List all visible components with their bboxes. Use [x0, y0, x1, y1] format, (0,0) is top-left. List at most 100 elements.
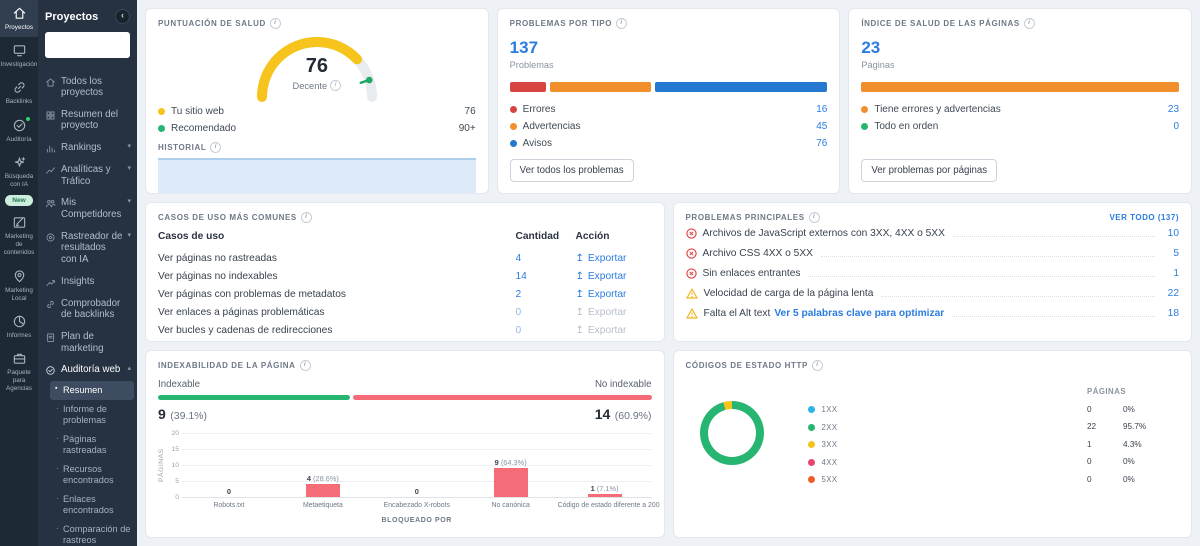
- sidebar-item-insights[interactable]: Insights: [38, 271, 137, 293]
- issue-label: Sin enlaces entrantes: [702, 267, 801, 279]
- rail-item-reports[interactable]: Informes: [0, 308, 38, 345]
- rail-label: Búsqueda con IA: [4, 172, 34, 188]
- legend-value[interactable]: 0: [1173, 121, 1179, 132]
- view-issues-by-pages-button[interactable]: Ver problemas por páginas: [861, 159, 998, 182]
- people-icon: [45, 197, 56, 209]
- issue-count[interactable]: 10: [1163, 228, 1179, 239]
- use-case-count[interactable]: 2: [516, 289, 576, 300]
- table-row: Ver páginas no indexables 14 Exportar: [158, 267, 652, 285]
- indexability-split-bar: [158, 395, 652, 400]
- rail-item-backlinks[interactable]: Backlinks: [0, 74, 38, 111]
- http-codes-donut-chart[interactable]: [699, 401, 764, 465]
- bar-column[interactable]: 4 (28.6%): [276, 433, 370, 497]
- sidebar-subitem-found-resources[interactable]: Recursos encontrados: [38, 460, 137, 490]
- rail-item-projects[interactable]: Proyectos: [0, 0, 38, 38]
- info-icon[interactable]: [811, 360, 823, 371]
- rail-item-agency-pack[interactable]: Paquete para Agencias: [0, 345, 38, 399]
- legend-value[interactable]: 23: [1168, 104, 1179, 115]
- sidebar-item-marketing-plan[interactable]: Plan de marketing: [38, 326, 137, 359]
- new-badge: New: [5, 195, 33, 207]
- rail-item-content-marketing[interactable]: Marketing de contenidos: [0, 209, 38, 263]
- sidebar-subitem-found-links[interactable]: Enlaces encontrados: [38, 490, 137, 520]
- export-link[interactable]: Exportar: [576, 253, 652, 264]
- info-icon[interactable]: [330, 80, 342, 91]
- use-case-count[interactable]: 4: [516, 253, 576, 264]
- column-header: Acción: [575, 231, 610, 242]
- rail-item-ai-search[interactable]: Búsqueda con IA: [0, 149, 38, 194]
- has-issues-bar-segment: [861, 82, 1180, 92]
- chart-plot-area: 20 15 10 5 0 0 4 (28.6%) 0 9 (64.3%) 1 (…: [171, 430, 652, 501]
- column-header: Cantidad: [515, 231, 560, 242]
- sidebar-item-rankings[interactable]: Rankings: [38, 137, 137, 159]
- bar-column[interactable]: 1 (7.1%): [558, 433, 652, 497]
- rail-label: Backlinks: [5, 98, 33, 106]
- sidebar-subitem-issue-report[interactable]: Informe de problemas: [38, 400, 137, 430]
- issue-count[interactable]: 18: [1163, 308, 1179, 319]
- sidebar-item-competitors[interactable]: Mis Competidores: [38, 192, 137, 225]
- info-icon[interactable]: [616, 18, 628, 29]
- legend-value[interactable]: 76: [816, 138, 827, 149]
- y-tick: 20: [171, 430, 179, 437]
- issue-count[interactable]: 22: [1163, 288, 1179, 299]
- y-tick: 0: [175, 494, 179, 501]
- view-all-issues-button[interactable]: Ver todos los problemas: [509, 159, 634, 182]
- rail-item-audit[interactable]: Auditoría: [0, 112, 38, 149]
- table-row: 0 0%: [1087, 471, 1163, 489]
- project-selector[interactable]: [45, 32, 130, 58]
- sidebar-item-web-audit[interactable]: Auditoría web: [38, 359, 137, 381]
- dotted-leader: [881, 296, 1155, 298]
- view-all-link[interactable]: VER TODO (137): [1109, 213, 1179, 222]
- info-icon[interactable]: [299, 360, 311, 371]
- sidebar-item-backlink-checker[interactable]: Comprobador de backlinks: [38, 293, 137, 326]
- legend-label: 1XX: [821, 405, 838, 415]
- target-icon: [45, 231, 56, 243]
- issue-row[interactable]: Falta el Alt text Ver 5 palabras clave p…: [685, 304, 1179, 324]
- projects-icon: [12, 6, 27, 21]
- export-link[interactable]: Exportar: [576, 271, 652, 282]
- sidebar-item-ai-results-tracker[interactable]: Rastreador de resultados con IA: [38, 226, 137, 271]
- issue-row[interactable]: Archivo CSS 4XX o 5XX 5: [685, 243, 1179, 263]
- issue-row[interactable]: Archivos de JavaScript externos con 3XX,…: [685, 223, 1179, 243]
- issue-count[interactable]: 5: [1163, 248, 1179, 259]
- issue-row[interactable]: Sin enlaces entrantes 1: [685, 263, 1179, 283]
- bar-column[interactable]: 9 (64.3%): [464, 433, 558, 497]
- export-icon: [576, 325, 584, 336]
- bar-column[interactable]: 0: [182, 433, 276, 497]
- info-icon[interactable]: [210, 142, 222, 153]
- rail-item-research[interactable]: Investigación: [0, 37, 38, 74]
- app-rail: Proyectos Investigación Backlinks Audito…: [0, 0, 38, 546]
- rail-label: Proyectos: [5, 24, 33, 31]
- export-link[interactable]: Exportar: [576, 289, 652, 300]
- warning-icon: [685, 308, 698, 319]
- card-title: ÍNDICE DE SALUD DE LAS PÁGINAS: [861, 19, 1020, 28]
- optimize-keywords-link[interactable]: Ver 5 palabras clave para optimizar: [774, 308, 944, 319]
- export-link-disabled: Exportar: [576, 325, 652, 336]
- card-title: INDEXABILIDAD DE LA PÁGINA: [158, 361, 296, 370]
- legend-value[interactable]: 16: [816, 104, 827, 115]
- info-icon[interactable]: [808, 212, 820, 223]
- rail-item-local-marketing[interactable]: Marketing Local: [0, 263, 38, 308]
- sidebar-item-analytics-traffic[interactable]: Analíticas y Tráfico: [38, 159, 137, 192]
- sidebar-subitem-overview[interactable]: Resumen: [50, 381, 134, 401]
- not-indexable-label: No indexable: [594, 379, 652, 390]
- yellow-dot-icon: [807, 441, 815, 449]
- collapse-sidebar-button[interactable]: ‹: [115, 9, 130, 24]
- sidebar-item-all-projects[interactable]: Todos los proyectos: [38, 71, 137, 104]
- info-icon[interactable]: [269, 18, 281, 29]
- table-row: Ver bucles y cadenas de redirecciones 0 …: [158, 322, 652, 340]
- info-icon[interactable]: [1023, 18, 1035, 29]
- sidebar-item-project-overview[interactable]: Resumen del proyecto: [38, 104, 137, 137]
- issues-by-type-card: PROBLEMAS POR TIPO 137 Problemas Errores…: [496, 8, 841, 194]
- issue-row[interactable]: Velocidad de carga de la página lenta 22: [685, 284, 1179, 304]
- use-case-count[interactable]: 14: [516, 271, 576, 282]
- info-icon[interactable]: [300, 212, 312, 223]
- legend-value[interactable]: 45: [816, 121, 827, 132]
- sidebar-subitem-crawl-comparison[interactable]: Comparación de rastreos: [38, 520, 137, 546]
- export-icon: [576, 271, 584, 282]
- issue-label: Velocidad de carga de la página lenta: [703, 288, 874, 300]
- project-sidebar: Proyectos ‹ Todos los proyectos Resumen …: [38, 0, 137, 546]
- bar-column[interactable]: 0: [370, 433, 464, 497]
- sidebar-subitem-crawled-pages[interactable]: Páginas rastreadas: [38, 430, 137, 460]
- chevron-down-icon: [127, 142, 131, 152]
- issue-count[interactable]: 1: [1163, 268, 1179, 279]
